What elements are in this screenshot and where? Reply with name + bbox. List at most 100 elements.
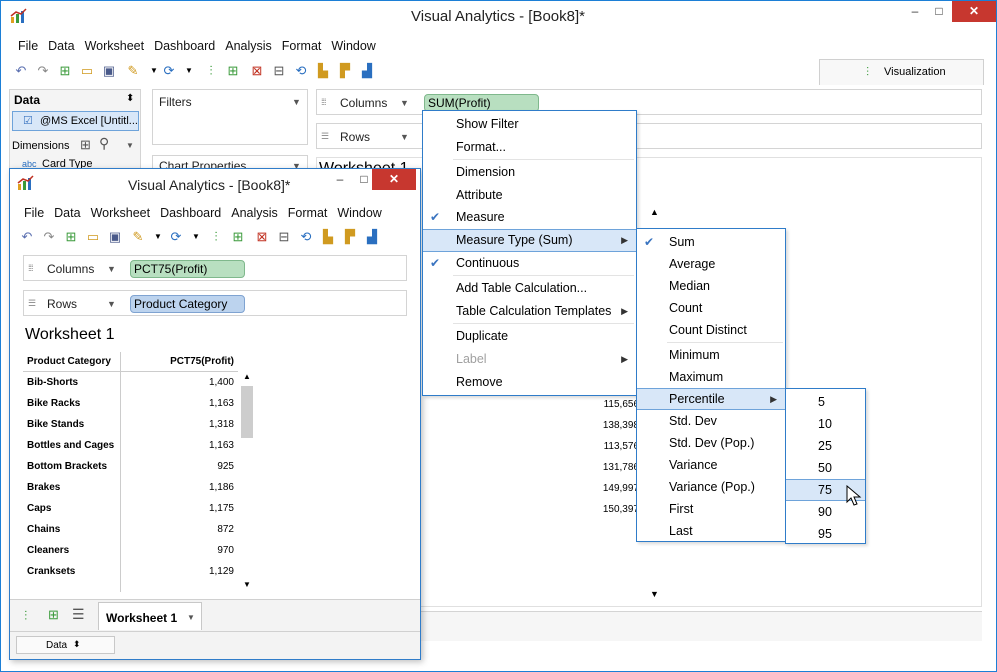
- dimensions-dropdown-icon[interactable]: ▼: [126, 141, 134, 150]
- table-row[interactable]: Chains 872: [23, 520, 238, 541]
- measure-item-std-dev-pop[interactable]: Std. Dev (Pop.): [637, 432, 785, 454]
- measure-item-count[interactable]: Count: [637, 297, 785, 319]
- grid-view-icon[interactable]: ⊞: [80, 137, 91, 153]
- rows-shelf[interactable]: ☰ Rows ▼: [316, 123, 982, 149]
- main-titlebar[interactable]: Visual Analytics - [Book8]* – □ ✕: [1, 1, 996, 31]
- child-add-table-icon[interactable]: ⊞: [230, 229, 246, 245]
- new-dashboard-icon[interactable]: ⊞: [48, 607, 59, 623]
- visualization-tab[interactable]: ⫶ Visualization: [819, 59, 984, 85]
- menu-analysis[interactable]: Analysis: [220, 37, 277, 55]
- header-pct75-profit[interactable]: PCT75(Profit): [170, 356, 234, 367]
- child-rows-shelf[interactable]: ☰ Rows ▼ Product Category: [23, 290, 407, 316]
- minimize-button[interactable]: –: [903, 1, 927, 22]
- scroll-down-icon[interactable]: ▼: [650, 589, 659, 599]
- ctx-item-show-filter[interactable]: Show Filter: [423, 113, 636, 136]
- child-menu-analysis[interactable]: Analysis: [226, 204, 283, 222]
- new-chart-sheet-icon[interactable]: ⫶: [24, 608, 27, 624]
- swap-icon[interactable]: ⟲: [293, 63, 309, 79]
- remove-table-icon[interactable]: ⊠: [249, 63, 265, 79]
- measure-item-sum[interactable]: ✔ Sum: [637, 231, 785, 253]
- search-icon[interactable]: ⚲: [99, 135, 109, 152]
- ctx-item-measure-type-sum[interactable]: Measure Type (Sum) ▶: [423, 229, 636, 252]
- child-menu-worksheet[interactable]: Worksheet: [86, 204, 156, 222]
- percentile-item-25[interactable]: 25: [786, 435, 865, 457]
- filters-dropdown-icon[interactable]: ▼: [292, 97, 301, 107]
- group-icon[interactable]: ▟: [359, 63, 375, 79]
- percentile-item-50[interactable]: 50: [786, 457, 865, 479]
- header-product-category[interactable]: Product Category: [27, 356, 111, 367]
- table-row[interactable]: Bib-Shorts 1,400: [23, 373, 238, 394]
- data-source-item[interactable]: ☑ @MS Excel [Untitl...: [12, 111, 139, 131]
- child-menu-data[interactable]: Data: [49, 204, 85, 222]
- menu-worksheet[interactable]: Worksheet: [80, 37, 150, 55]
- add-chart-icon[interactable]: ⫶: [203, 63, 219, 79]
- child-vertical-scrollbar[interactable]: ▲ ▼: [239, 370, 255, 592]
- percentile-item-95[interactable]: 95: [786, 523, 865, 545]
- child-rows-dropdown-icon[interactable]: ▼: [107, 299, 116, 309]
- new-icon[interactable]: ⊞: [57, 63, 73, 79]
- child-minimize-button[interactable]: –: [328, 169, 352, 190]
- wand-icon[interactable]: ✎: [125, 63, 141, 79]
- sort-asc-icon[interactable]: ▙: [315, 63, 331, 79]
- save-icon[interactable]: ▣: [101, 63, 117, 79]
- ctx-item-continuous[interactable]: ✔ Continuous: [423, 252, 636, 275]
- menu-file[interactable]: File: [13, 37, 43, 55]
- table-row[interactable]: Cranksets 1,129: [23, 562, 238, 583]
- percentile-item-10[interactable]: 10: [786, 413, 865, 435]
- rows-dropdown-icon[interactable]: ▼: [400, 132, 409, 142]
- child-scroll-thumb[interactable]: [241, 386, 253, 438]
- measure-item-median[interactable]: Median: [637, 275, 785, 297]
- table-row[interactable]: Bike Stands 1,318: [23, 415, 238, 436]
- child-undo-icon[interactable]: ↶: [19, 229, 35, 245]
- measure-item-maximum[interactable]: Maximum: [637, 366, 785, 388]
- percentile-item-5[interactable]: 5: [786, 391, 865, 413]
- redo-icon[interactable]: ↷: [35, 63, 51, 79]
- scroll-up-icon[interactable]: ▲: [650, 207, 659, 217]
- wand-dropdown-icon[interactable]: ▼: [146, 63, 162, 79]
- data-pane-sort-icon[interactable]: ⬍: [126, 93, 134, 104]
- filters-shelf[interactable]: Filters ▼: [152, 89, 308, 145]
- columns-shelf[interactable]: ⁞⁞⁞ Columns ▼ SUM(Profit): [316, 89, 982, 115]
- measure-item-average[interactable]: Average: [637, 253, 785, 275]
- child-refresh-icon[interactable]: ⟳: [168, 229, 184, 245]
- table-row[interactable]: Brakes 1,186: [23, 478, 238, 499]
- child-menu-format[interactable]: Format: [283, 204, 333, 222]
- ctx-item-remove[interactable]: Remove: [423, 371, 636, 394]
- refresh-icon[interactable]: ⟳: [161, 63, 177, 79]
- child-refresh-dropdown-icon[interactable]: ▼: [188, 229, 204, 245]
- child-clear-icon[interactable]: ⊟: [276, 229, 292, 245]
- child-redo-icon[interactable]: ↷: [41, 229, 57, 245]
- worksheet-tab-dropdown-icon[interactable]: ▼: [187, 613, 195, 622]
- menu-format[interactable]: Format: [277, 37, 327, 55]
- child-columns-dropdown-icon[interactable]: ▼: [107, 264, 116, 274]
- table-row[interactable]: Caps 1,175: [23, 499, 238, 520]
- table-row[interactable]: Bottles and Cages 1,163: [23, 436, 238, 457]
- menu-data[interactable]: Data: [43, 37, 79, 55]
- measure-item-last[interactable]: Last: [637, 520, 785, 542]
- child-swap-icon[interactable]: ⟲: [298, 229, 314, 245]
- ctx-item-add-table-calculation[interactable]: Add Table Calculation...: [423, 277, 636, 300]
- measure-item-first[interactable]: First: [637, 498, 785, 520]
- child-wand-dropdown-icon[interactable]: ▼: [150, 229, 166, 245]
- child-new-icon[interactable]: ⊞: [63, 229, 79, 245]
- table-row[interactable]: Cleaners 970: [23, 541, 238, 562]
- maximize-button[interactable]: □: [927, 1, 951, 22]
- child-scroll-down-icon[interactable]: ▼: [243, 580, 251, 589]
- child-menu-window[interactable]: Window: [332, 204, 386, 222]
- child-open-icon[interactable]: ▭: [85, 229, 101, 245]
- ctx-item-table-calculation-templates[interactable]: Table Calculation Templates ▶: [423, 300, 636, 323]
- child-sort-desc-icon[interactable]: ▛: [342, 229, 358, 245]
- sheet-list-icon[interactable]: ☰: [72, 606, 85, 623]
- measure-item-count-distinct[interactable]: Count Distinct: [637, 319, 785, 341]
- child-close-button[interactable]: ✕: [372, 169, 416, 190]
- ctx-item-dimension[interactable]: Dimension: [423, 161, 636, 184]
- child-titlebar[interactable]: Visual Analytics - [Book8]* – □ ✕: [10, 169, 420, 195]
- child-remove-table-icon[interactable]: ⊠: [254, 229, 270, 245]
- measure-item-variance[interactable]: Variance: [637, 454, 785, 476]
- sort-desc-icon[interactable]: ▛: [337, 63, 353, 79]
- ctx-item-attribute[interactable]: Attribute: [423, 184, 636, 207]
- worksheet-tab[interactable]: Worksheet 1 ▼: [98, 602, 202, 630]
- child-group-icon[interactable]: ▟: [364, 229, 380, 245]
- undo-icon[interactable]: ↶: [13, 63, 29, 79]
- columns-pill-pct75-profit[interactable]: PCT75(Profit): [130, 260, 245, 278]
